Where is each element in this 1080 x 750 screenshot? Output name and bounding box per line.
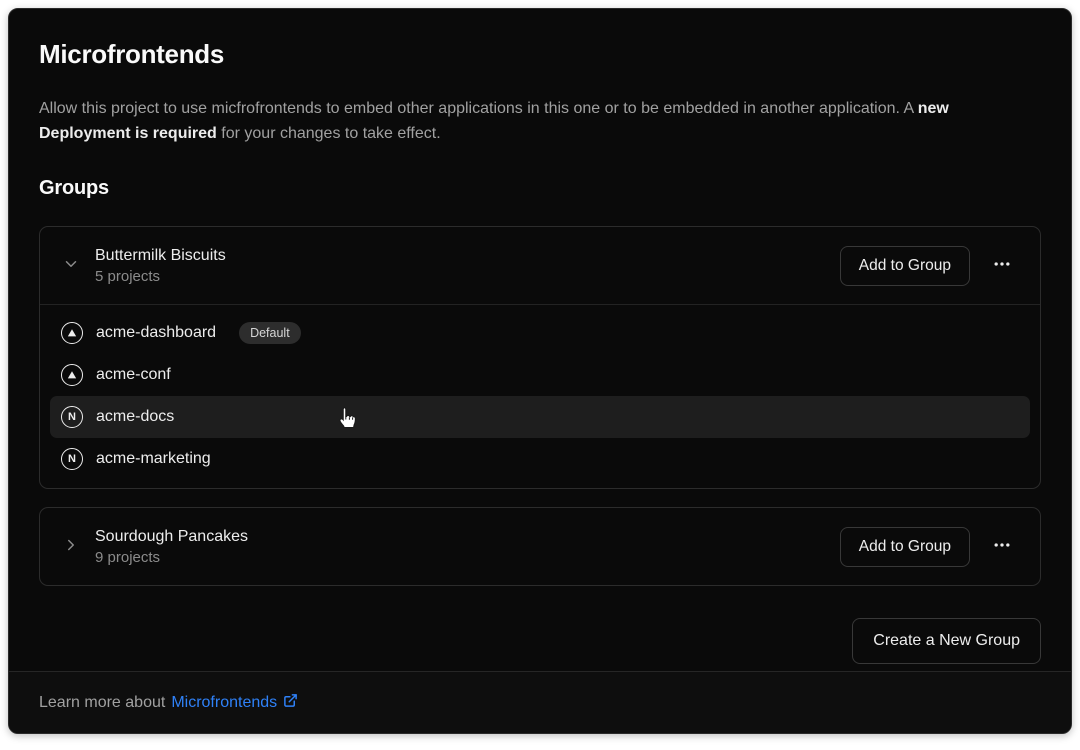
settings-content: Microfrontends Allow this project to use… [9, 9, 1071, 664]
nextjs-logo-icon: N [61, 448, 83, 470]
page-title: Microfrontends [39, 9, 1041, 70]
footer-text: Learn more about [39, 694, 165, 712]
group-titles: Sourdough Pancakes 9 projects [95, 528, 248, 566]
group-name: Buttermilk Biscuits [95, 247, 226, 265]
group-menu-button[interactable] [984, 246, 1020, 285]
collapse-group-button[interactable] [60, 255, 82, 277]
external-link-icon [283, 693, 298, 713]
create-new-group-button[interactable]: Create a New Group [852, 618, 1041, 664]
page-description: Allow this project to use micfrofrontend… [39, 96, 1041, 146]
project-name: acme-docs [96, 408, 174, 426]
group-menu-button[interactable] [984, 527, 1020, 566]
footer: Learn more about Microfrontends [9, 671, 1071, 733]
groups-heading: Groups [39, 177, 1041, 200]
project-row-acme-conf[interactable]: acme-conf [50, 354, 1030, 396]
microfrontends-docs-link[interactable]: Microfrontends [171, 693, 298, 713]
add-to-group-button[interactable]: Add to Group [840, 246, 970, 286]
group-project-count: 5 projects [95, 268, 226, 285]
project-name: acme-conf [96, 366, 171, 384]
description-text-1: Allow this project to use micfrofrontend… [39, 100, 918, 117]
footer-link-label: Microfrontends [171, 694, 277, 712]
group-header: Sourdough Pancakes 9 projects Add to Gro… [40, 508, 1040, 585]
ellipsis-icon [992, 535, 1012, 558]
add-to-group-button[interactable]: Add to Group [840, 527, 970, 567]
group-titles: Buttermilk Biscuits 5 projects [95, 247, 226, 285]
project-name: acme-dashboard [96, 324, 216, 342]
group-name: Sourdough Pancakes [95, 528, 248, 546]
project-row-acme-docs[interactable]: N acme-docs [50, 396, 1030, 438]
project-list: acme-dashboard Default acme-conf N acme-… [40, 305, 1040, 488]
chevron-right-icon [62, 536, 80, 557]
group-project-count: 9 projects [95, 549, 248, 566]
vercel-logo-icon [61, 364, 83, 386]
group-header: Buttermilk Biscuits 5 projects Add to Gr… [40, 227, 1040, 304]
project-name: acme-marketing [96, 450, 211, 468]
chevron-down-icon [62, 255, 80, 276]
default-badge: Default [239, 322, 301, 344]
ellipsis-icon [992, 254, 1012, 277]
group-card-sourdough-pancakes: Sourdough Pancakes 9 projects Add to Gro… [39, 507, 1041, 586]
expand-group-button[interactable] [60, 536, 82, 558]
project-row-acme-dashboard[interactable]: acme-dashboard Default [50, 312, 1030, 354]
nextjs-logo-icon: N [61, 406, 83, 428]
create-group-row: Create a New Group [39, 618, 1041, 664]
microfrontends-settings-panel: Microfrontends Allow this project to use… [8, 8, 1072, 734]
description-text-2: for your changes to take effect. [217, 125, 441, 142]
group-card-buttermilk-biscuits: Buttermilk Biscuits 5 projects Add to Gr… [39, 226, 1041, 489]
project-row-acme-marketing[interactable]: N acme-marketing [50, 438, 1030, 480]
vercel-logo-icon [61, 322, 83, 344]
